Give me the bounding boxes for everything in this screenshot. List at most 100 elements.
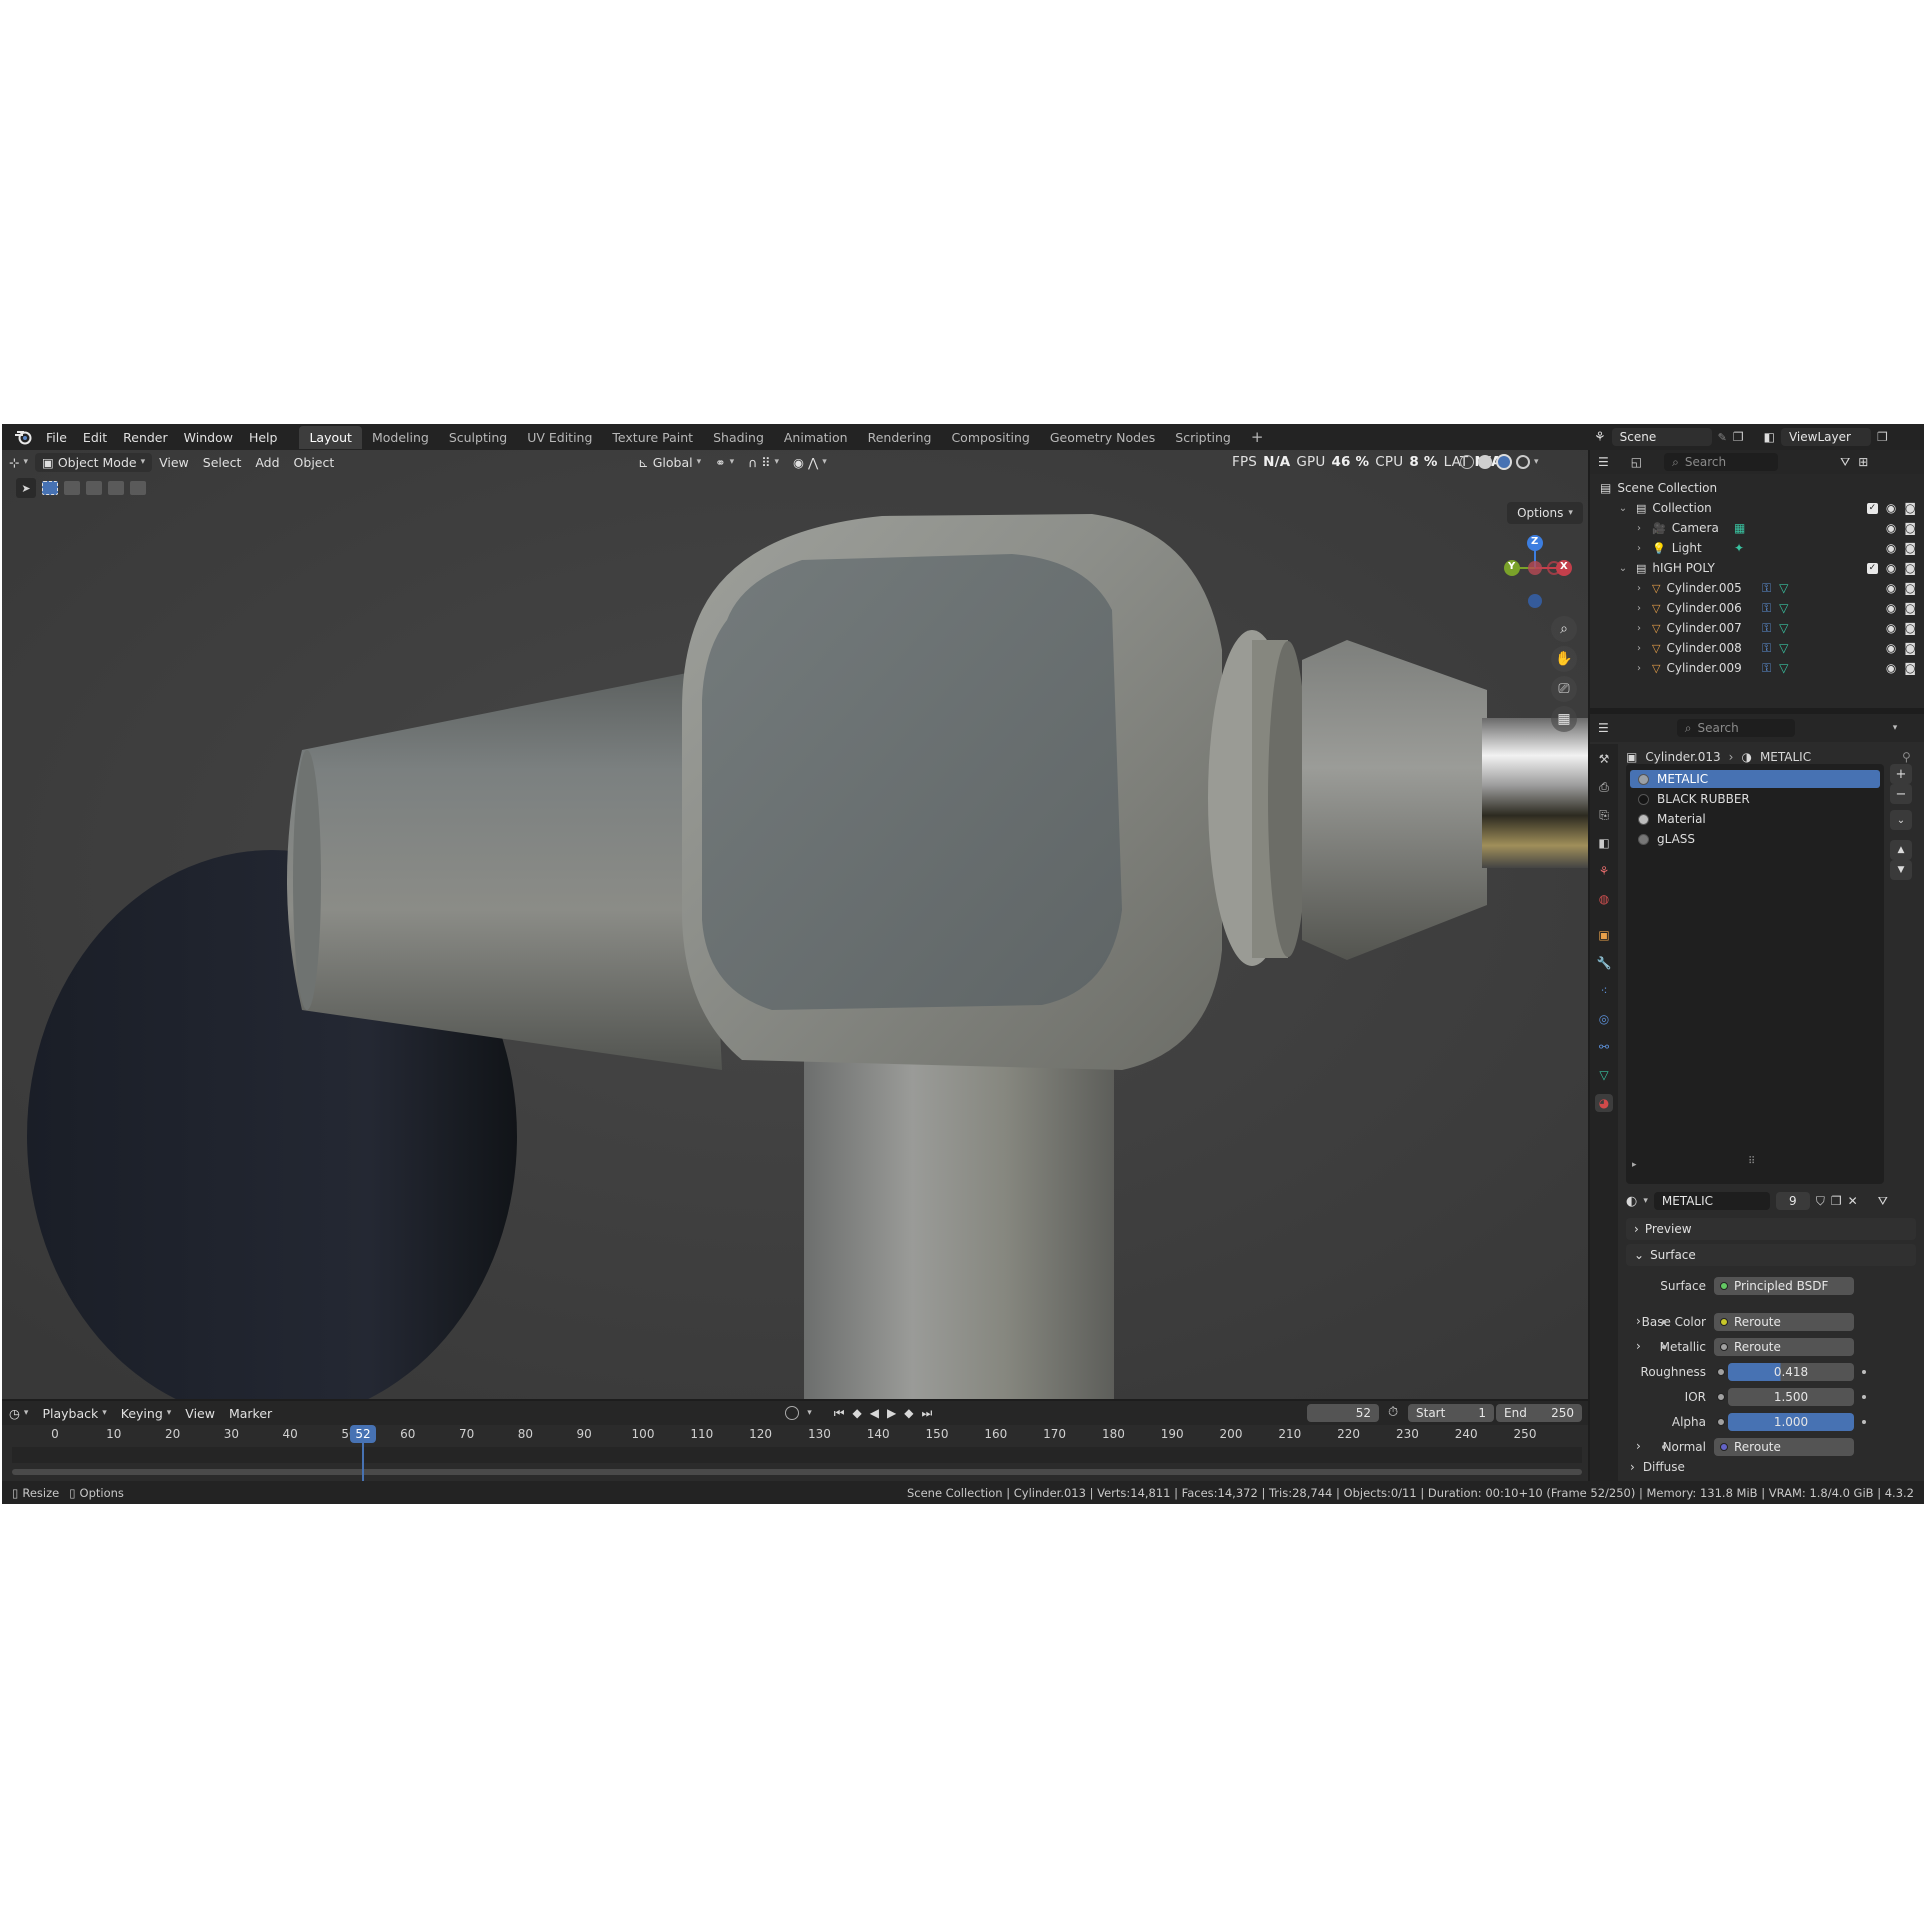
eye-icon[interactable]: ◉ [1886, 561, 1896, 575]
outliner-row[interactable]: › ▽ Cylinder.007 ⚿ ▽ ◉ ◙ [1590, 618, 1924, 638]
render-camera-icon[interactable]: ◙ [1904, 641, 1916, 655]
modifier-icon[interactable]: ⚿ [1762, 581, 1771, 596]
tab-shading[interactable]: Shading [703, 426, 774, 449]
socket-icon[interactable] [1720, 1343, 1728, 1351]
add-workspace-button[interactable]: + [1241, 424, 1274, 450]
chevron-down-icon[interactable]: ⌄ [1616, 503, 1630, 514]
exclude-checkbox[interactable]: ✓ [1866, 562, 1878, 574]
pin-icon[interactable]: ⚲ [1902, 750, 1911, 764]
outliner-row[interactable]: ⌄ ▤ Collection ✓ ◉ ◙ [1590, 498, 1924, 518]
material-name-field[interactable]: METALIC [1653, 1192, 1770, 1210]
material-tab-icon[interactable]: ◕ [1595, 1094, 1613, 1112]
new-collection-icon[interactable]: ⊞ [1858, 455, 1868, 469]
start-frame-field[interactable]: Start 1 [1408, 1404, 1494, 1422]
chevron-down-icon[interactable]: ▾ [1643, 1196, 1648, 1206]
render-camera-icon[interactable]: ◙ [1904, 561, 1916, 575]
keyframe-dot[interactable] [1862, 1370, 1866, 1374]
modifier-icon[interactable]: ⚿ [1762, 621, 1771, 636]
number-field[interactable]: 1.500 [1728, 1388, 1854, 1406]
socket-icon[interactable] [1720, 1282, 1728, 1290]
mode-dropdown[interactable]: ▣ Object Mode ▾ [35, 452, 153, 472]
material-slot[interactable]: METALIC [1630, 770, 1880, 788]
mesh-data-icon[interactable]: ▽ [1779, 641, 1788, 656]
timeline-ruler[interactable]: 0 10 20 30 40 50 60 70 80 90 100 110 120 130 140 150 160… [2, 1425, 1588, 1481]
material-browse-icon[interactable]: ◐ [1626, 1194, 1637, 1209]
new-scene-icon[interactable]: ❐ [1733, 430, 1744, 444]
outliner-row[interactable]: › ▽ Cylinder.009 ⚿ ▽ ◉ ◙ [1590, 658, 1924, 678]
eye-icon[interactable]: ◉ [1886, 601, 1896, 615]
move-slot-up-button[interactable]: ▲ [1890, 840, 1912, 860]
keyframe-dot[interactable] [1862, 1395, 1866, 1399]
mesh-data-icon[interactable]: ▽ [1779, 581, 1788, 596]
chevron-down-icon[interactable]: ▾ [807, 1408, 812, 1418]
tab-animation[interactable]: Animation [774, 426, 858, 449]
editor-type-button[interactable]: ⊹ ▾ [2, 453, 35, 472]
pin-icon[interactable]: ✎ [1718, 431, 1727, 444]
exclude-checkbox[interactable]: ✓ [1866, 502, 1878, 514]
material-slot[interactable]: BLACK RUBBER [1630, 790, 1880, 808]
mesh-data-icon[interactable]: ▽ [1779, 661, 1788, 676]
node-link-field[interactable]: Reroute [1714, 1338, 1854, 1356]
material-slot-list[interactable]: METALIC BLACK RUBBER Material gLASS ▸ ⠿ [1626, 764, 1884, 1184]
chevron-right-icon[interactable]: › [1636, 1314, 1641, 1328]
tab-geometry-nodes[interactable]: Geometry Nodes [1040, 426, 1165, 449]
render-camera-icon[interactable]: ◙ [1904, 621, 1916, 635]
filter-icon[interactable]: ⛛ [1840, 455, 1850, 470]
material-slot[interactable]: gLASS [1630, 830, 1880, 848]
tool-tab-icon[interactable]: ⚒ [1595, 750, 1613, 768]
render-camera-icon[interactable]: ◙ [1904, 541, 1916, 555]
properties-editor[interactable]: ☰ ⌕ Search ▾ ⚒ ⎙ ⎘ ◧ ⚘ ◍ ▣ 🔧 ⁖ ◎ ⚯ ▽ ◕ ▣… [1590, 714, 1924, 1481]
slider-field[interactable]: 0.418 [1728, 1363, 1854, 1381]
current-frame-field[interactable]: 52 [1307, 1404, 1379, 1422]
remove-slot-button[interactable]: − [1890, 784, 1912, 804]
unlink-close-icon[interactable]: ✕ [1848, 1194, 1858, 1208]
solid-shading-icon[interactable] [1478, 455, 1492, 469]
user-count[interactable]: 9 [1775, 1192, 1810, 1210]
menu-file[interactable]: File [38, 430, 75, 445]
menu-edit[interactable]: Edit [75, 430, 115, 445]
select-subtract-icon[interactable] [86, 481, 102, 495]
menu-object[interactable]: Object [287, 453, 342, 472]
resize-grip-icon[interactable]: ⠿ [1748, 1156, 1755, 1167]
diffuse-panel-header[interactable]: › Diffuse [1630, 1460, 1685, 1474]
tab-compositing[interactable]: Compositing [941, 426, 1039, 449]
material-slot[interactable]: Material [1630, 810, 1880, 828]
tab-scripting[interactable]: Scripting [1165, 426, 1241, 449]
chevron-down-icon[interactable]: ▾ [1893, 723, 1898, 733]
outliner[interactable]: ☰ ◱ ⌕ Search ⛛ ⊞ ▤ Scene Collection ⌄ ▤ Co… [1590, 450, 1924, 712]
output-tab-icon[interactable]: ⎘ [1595, 806, 1613, 824]
scene-tab-icon[interactable]: ⚘ [1595, 862, 1613, 880]
constraints-tab-icon[interactable]: ⚯ [1595, 1038, 1613, 1056]
outliner-row[interactable]: ⌄ ▤ hIGH POLY ✓ ◉ ◙ [1590, 558, 1924, 578]
orientation-dropdown[interactable]: ⊾ Global ▾ [631, 453, 708, 472]
display-mode-icon[interactable]: ◱ [1631, 455, 1642, 469]
modifier-icon[interactable]: ⚿ [1762, 601, 1771, 616]
mesh-data-tab-icon[interactable]: ▽ [1595, 1066, 1613, 1084]
surface-panel-header[interactable]: ⌄ Surface [1626, 1244, 1916, 1266]
timeline-editor-type[interactable]: ◷ ▾ [2, 1404, 35, 1423]
node-link-field[interactable]: Reroute [1714, 1438, 1854, 1456]
tab-modeling[interactable]: Modeling [362, 426, 439, 449]
new-view-layer-icon[interactable]: ❐ [1877, 430, 1888, 444]
tab-sculpting[interactable]: Sculpting [439, 426, 517, 449]
socket-icon[interactable] [1717, 1418, 1725, 1426]
fake-user-shield-icon[interactable]: ⛉ [1816, 1194, 1825, 1209]
select-intersect-icon[interactable] [130, 481, 146, 495]
move-slot-down-button[interactable]: ▼ [1890, 860, 1912, 880]
modifier-wrench-icon[interactable]: 🔧 [1595, 954, 1613, 972]
render-camera-icon[interactable]: ◙ [1904, 601, 1916, 615]
pan-hand-icon[interactable]: ✋ [1551, 646, 1577, 672]
end-frame-field[interactable]: End 250 [1496, 1404, 1582, 1422]
stopwatch-icon[interactable]: ⏱ [1388, 1405, 1398, 1420]
navigation-gizmo[interactable] [1502, 534, 1576, 614]
chevron-right-icon[interactable]: › [1636, 1339, 1641, 1353]
next-keyframe-icon[interactable]: ◆ [904, 1406, 913, 1420]
eye-icon[interactable]: ◉ [1886, 641, 1896, 655]
tab-rendering[interactable]: Rendering [858, 426, 942, 449]
keyframe-dot[interactable] [1862, 1420, 1866, 1424]
blender-logo-icon[interactable] [12, 426, 34, 448]
chevron-right-icon[interactable]: › [1632, 663, 1646, 674]
modifier-icon[interactable]: ⚿ [1762, 661, 1771, 676]
chevron-right-icon[interactable]: › [1636, 1439, 1641, 1453]
expand-triangle-icon[interactable]: ▸ [1632, 1160, 1637, 1170]
